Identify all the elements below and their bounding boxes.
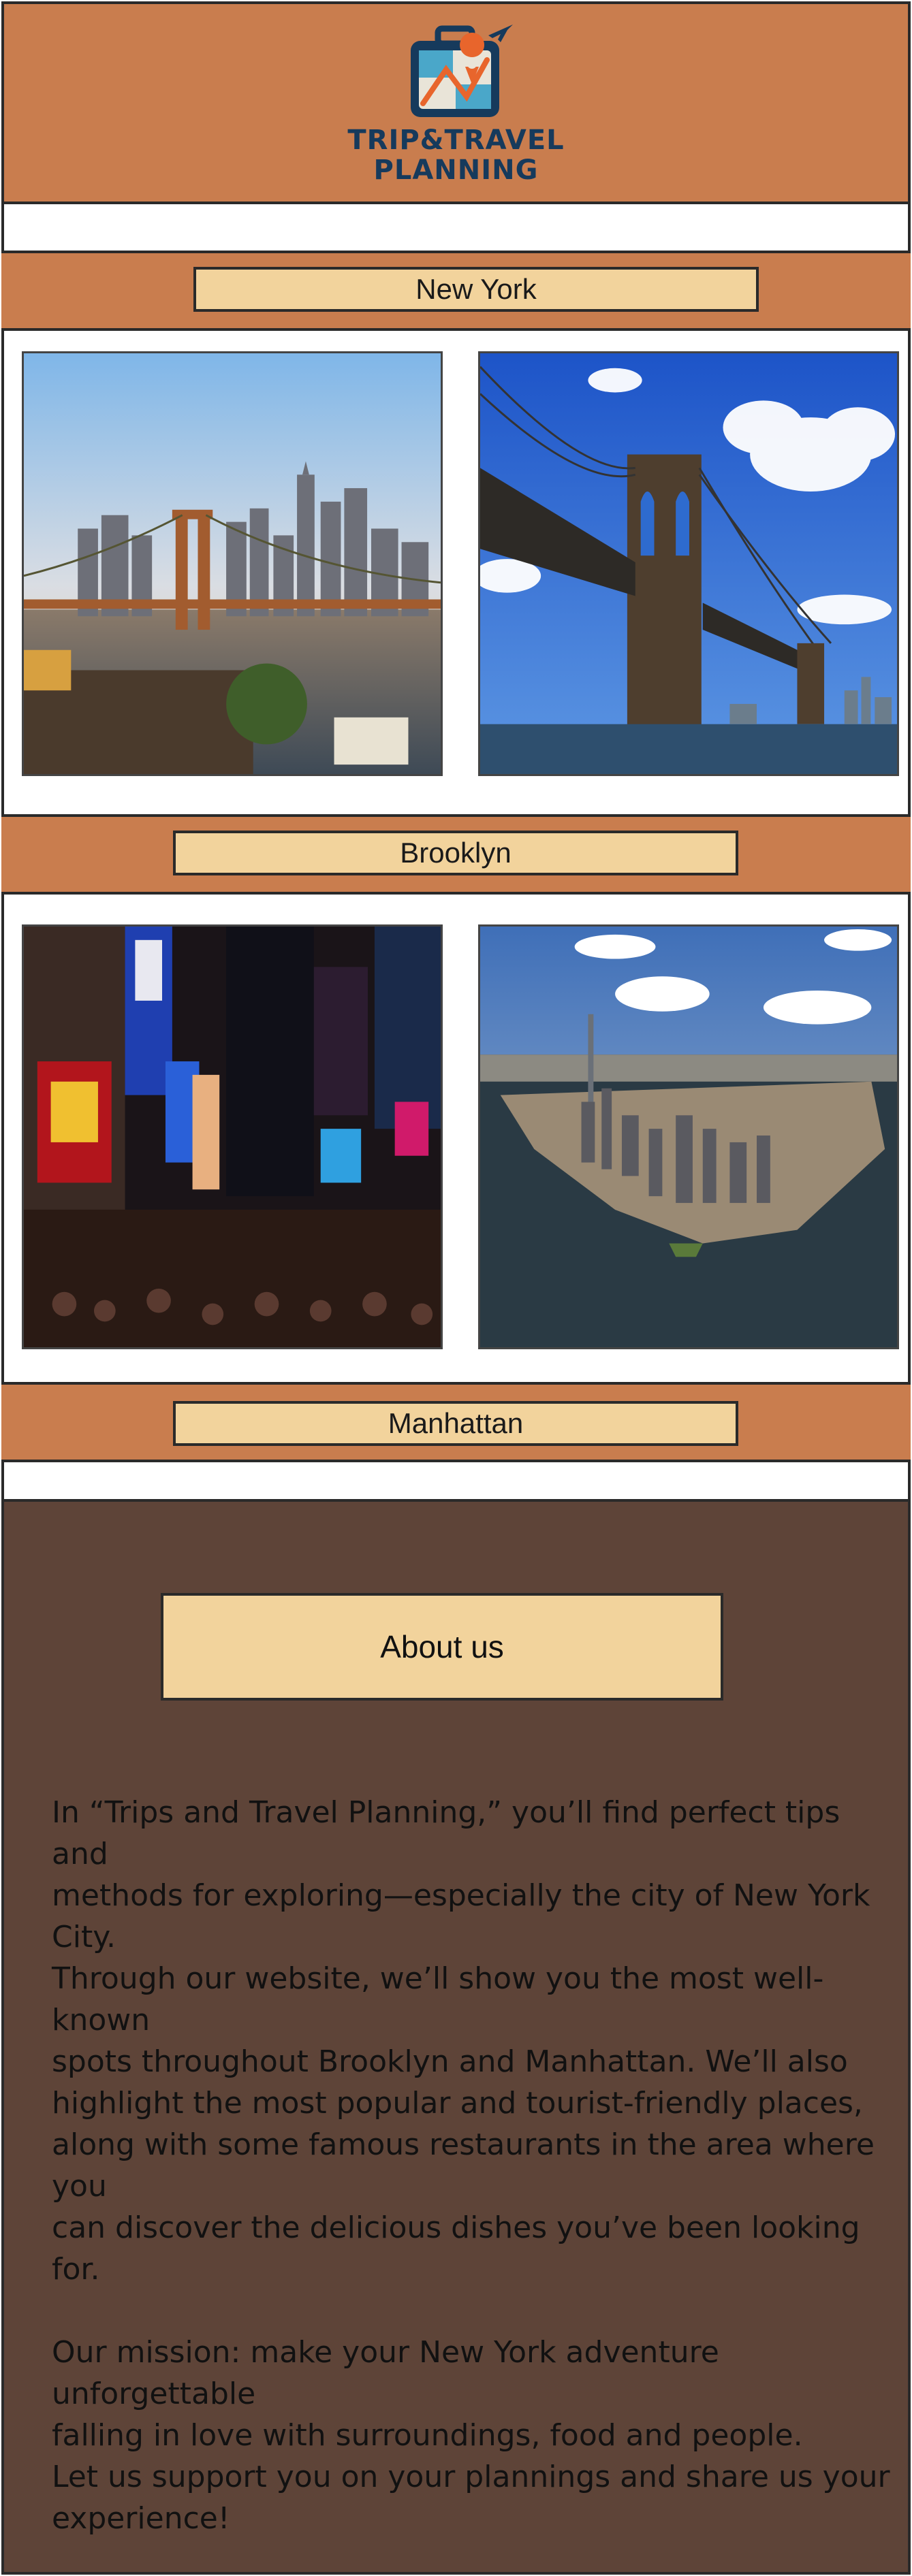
logo-title-line1: TRIP&TRAVEL — [347, 125, 565, 156]
times-square-night-photo[interactable] — [22, 924, 443, 1349]
about-line: methods for exploring—especially the cit… — [52, 1878, 870, 1954]
about-section: About us In “Trips and Travel Planning,”… — [1, 1499, 911, 2575]
gallery-new-york — [1, 331, 911, 814]
brooklyn-bridge-photo[interactable] — [478, 351, 899, 776]
about-line: highlight the most popular and tourist-f… — [52, 2086, 863, 2121]
about-line: along with some famous restaurants in th… — [52, 2127, 875, 2204]
manhattan-aerial-photo[interactable] — [478, 924, 899, 1349]
spacer-strip — [1, 204, 911, 251]
about-line: Our mission: make your New York adventur… — [52, 2335, 719, 2411]
site-header: TRIP&TRAVEL PLANNING — [1, 1, 911, 204]
section-label-new-york[interactable]: New York — [193, 267, 759, 312]
section-label-brooklyn[interactable]: Brooklyn — [173, 831, 738, 875]
logo-title-line2: PLANNING — [373, 155, 539, 186]
about-line: Through our website, we’ll show you the … — [52, 1961, 824, 2038]
about-text: In “Trips and Travel Planning,” you’ll f… — [52, 1792, 903, 2539]
suitcase-plane-map-icon — [410, 25, 513, 117]
about-line: spots throughout Brooklyn and Manhattan.… — [52, 2044, 848, 2079]
about-title: About us — [161, 1593, 723, 1701]
spacer-strip — [1, 1462, 911, 1499]
manhattan-skyline-brooklyn-bridge-photo[interactable] — [22, 351, 443, 776]
about-line: can discover the delicious dishes you’ve… — [52, 2210, 860, 2287]
about-line: In “Trips and Travel Planning,” you’ll f… — [52, 1795, 840, 1871]
about-line: falling in love with surroundings, food … — [52, 2418, 803, 2453]
about-line: experience! — [52, 2501, 230, 2536]
section-label-manhattan[interactable]: Manhattan — [173, 1401, 738, 1446]
about-line: Let us support you on your plannings and… — [52, 2460, 890, 2494]
gallery-brooklyn — [1, 895, 911, 1382]
